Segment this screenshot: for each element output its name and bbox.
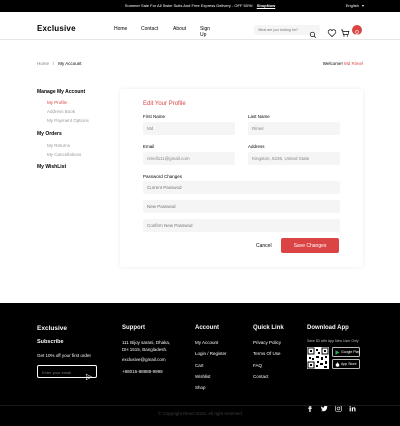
- footer-account-column: Account My Account Login / Register Cart…: [195, 325, 227, 390]
- chevron-down-icon: ▾: [361, 3, 364, 8]
- send-icon[interactable]: [85, 368, 93, 386]
- footer-link-contact[interactable]: Contact: [253, 374, 269, 379]
- support-address-line-2: DH 1515, Bangladesh.: [122, 347, 168, 352]
- confirm-password-field[interactable]: [143, 219, 340, 232]
- footer-link-cart[interactable]: Cart: [195, 363, 204, 368]
- breadcrumb-current: My Account: [58, 61, 82, 66]
- footer-download-column: Download App Save $3 with App New User O…: [307, 325, 360, 412]
- subscribe-box: [37, 365, 97, 381]
- welcome-message: Welcome! Md Rimel: [323, 61, 363, 66]
- promo-text-wrap: Summer Sale For All Swim Suits And Free …: [0, 2, 400, 10]
- sidebar-item-payment-options[interactable]: My Payment Options: [47, 118, 89, 123]
- subscribe-title: Subscribe: [37, 339, 64, 345]
- cart-icon[interactable]: [340, 25, 350, 43]
- address-label: Address: [248, 144, 265, 149]
- new-password-field[interactable]: [143, 200, 340, 213]
- nav-contact[interactable]: Contact: [141, 26, 158, 32]
- support-address-line-1: 111 Bijoy sarani, Dhaka,: [122, 340, 171, 345]
- nav-sign-up[interactable]: Sign Up: [200, 26, 210, 38]
- sidebar-item-cancellations[interactable]: My Cancellations: [47, 152, 81, 157]
- copyright-text: © Copyright Rimel 2022. All right reserv…: [0, 411, 400, 416]
- nav-about[interactable]: About: [173, 26, 186, 32]
- site-logo[interactable]: Exclusive: [37, 24, 76, 33]
- first-name-field[interactable]: [143, 122, 235, 135]
- subscribe-email-input[interactable]: [42, 369, 86, 375]
- qr-code-icon: [307, 347, 329, 369]
- footer-link-login-register[interactable]: Login / Register: [195, 351, 227, 356]
- apple-icon: [335, 362, 340, 371]
- promo-bar: Summer Sale For All Swim Suits And Free …: [0, 0, 400, 12]
- save-changes-button[interactable]: Save Changes: [281, 238, 339, 253]
- search-icon[interactable]: [309, 26, 317, 44]
- footer-divider: [0, 405, 400, 406]
- google-play-icon: [335, 350, 340, 359]
- cancel-button[interactable]: Cancel: [256, 243, 272, 249]
- breadcrumb-home[interactable]: Home: [37, 61, 49, 66]
- shop-now-link[interactable]: ShopNow: [257, 3, 275, 8]
- google-play-label: Google Play: [341, 350, 361, 354]
- support-title: Support: [122, 325, 145, 331]
- copyright-label: Copyright Rimel 2022. All right reserved: [162, 411, 242, 416]
- quick-link-title: Quick Link: [253, 325, 284, 331]
- sidebar-item-address-book[interactable]: Address Book: [47, 109, 75, 114]
- footer-link-shop[interactable]: Shop: [195, 385, 206, 390]
- footer-link-my-account[interactable]: My Account: [195, 340, 218, 345]
- email-field[interactable]: [143, 152, 235, 165]
- site-footer: Exclusive Subscribe Get 10% off your fir…: [0, 303, 400, 426]
- footer-subscribe-column: Exclusive Subscribe Get 10% off your fir…: [37, 325, 97, 381]
- email-label: Email: [143, 144, 155, 149]
- promo-text: Summer Sale For All Swim Suits And Free …: [124, 3, 253, 8]
- language-selector[interactable]: English ▾: [346, 2, 364, 10]
- current-password-field[interactable]: [143, 181, 340, 194]
- copyright-icon: ©: [158, 411, 162, 416]
- first-name-label: First Name: [143, 114, 166, 119]
- search-input[interactable]: [258, 27, 306, 33]
- footer-quick-link-column: Quick Link Privacy Policy Terms Of Use F…: [253, 325, 284, 379]
- footer-support-column: Support 111 Bijoy sarani, Dhaka, DH 1515…: [122, 325, 170, 374]
- password-changes-label: Password Changes: [143, 174, 183, 179]
- search-box: [254, 25, 320, 39]
- app-store-label: App Store: [341, 362, 357, 366]
- footer-link-terms[interactable]: Terms Of Use: [253, 351, 281, 356]
- app-store-button[interactable]: App Store: [332, 359, 360, 369]
- sidebar-item-my-profile[interactable]: My Profile: [47, 100, 67, 105]
- edit-profile-card: Edit Your Profile First Name Last Name E…: [120, 89, 363, 267]
- breadcrumb: Home / My Account: [37, 61, 82, 66]
- last-name-field[interactable]: [248, 122, 340, 135]
- google-play-button[interactable]: Google Play: [332, 347, 360, 357]
- subscribe-text: Get 10% off your first order: [37, 353, 91, 358]
- user-avatar-icon[interactable]: [352, 25, 362, 36]
- sidebar-manage-title[interactable]: Manage My Account: [37, 89, 85, 95]
- footer-link-privacy[interactable]: Privacy Policy: [253, 340, 281, 345]
- app-offer-text: Save $3 with App New User Only: [307, 339, 359, 343]
- footer-link-faq[interactable]: FAQ: [253, 363, 262, 368]
- sidebar-wishlist-title[interactable]: My WishList: [37, 164, 66, 170]
- language-label: English: [345, 3, 359, 8]
- download-app-title: Download App: [307, 325, 349, 331]
- welcome-user-name: Md Rimel: [343, 61, 363, 66]
- support-email[interactable]: exclusive@gmail.com: [122, 357, 166, 362]
- nav-home[interactable]: Home: [114, 26, 127, 32]
- welcome-prefix: Welcome!: [322, 61, 343, 66]
- breadcrumb-separator: /: [53, 61, 55, 66]
- address-field[interactable]: [248, 152, 340, 165]
- account-title: Account: [195, 325, 219, 331]
- wishlist-heart-icon[interactable]: [327, 25, 337, 43]
- form-title: Edit Your Profile: [143, 101, 186, 107]
- sidebar-orders-title[interactable]: My Orders: [37, 131, 62, 137]
- footer-link-wishlist[interactable]: Wishlist: [195, 374, 211, 379]
- last-name-label: Last Name: [248, 114, 270, 119]
- sidebar-item-returns[interactable]: My Returns: [47, 143, 70, 148]
- footer-brand[interactable]: Exclusive: [37, 325, 67, 332]
- support-phone[interactable]: +88015-88888-9999: [122, 369, 163, 374]
